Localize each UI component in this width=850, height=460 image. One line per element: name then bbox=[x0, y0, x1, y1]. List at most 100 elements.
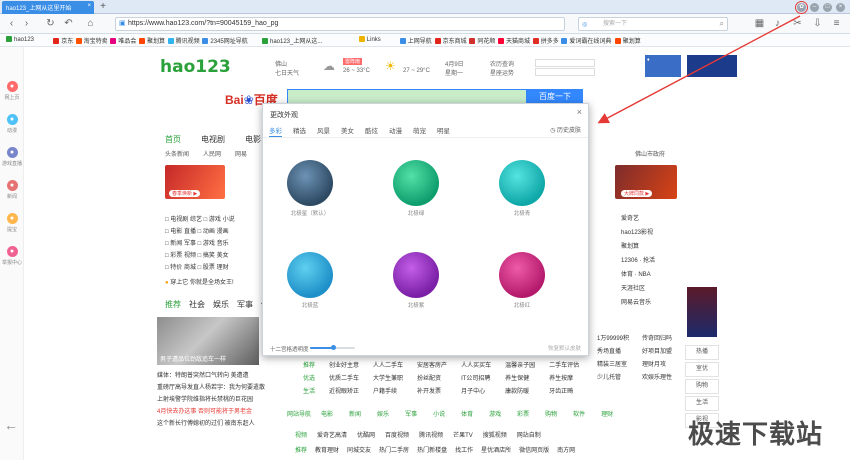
dialog-tab-6[interactable]: 萌宠 bbox=[413, 125, 426, 135]
right-link[interactable]: 12306 · 抢活 bbox=[621, 255, 655, 264]
bottom-row1-link[interactable]: 优酷网 bbox=[357, 433, 375, 439]
sidebar-item[interactable]: ● 网上页 bbox=[1, 81, 23, 101]
bottom-tab[interactable]: 小说 bbox=[433, 412, 445, 418]
dialog-tab-1[interactable]: 精选 bbox=[293, 125, 306, 135]
close-window-icon[interactable]: × bbox=[836, 3, 845, 12]
forward-icon[interactable]: › bbox=[20, 17, 33, 30]
login-field[interactable] bbox=[535, 59, 595, 67]
sidebar-item[interactable]: ● 动漫 bbox=[1, 114, 23, 134]
bottom-tab[interactable]: 娱乐 bbox=[377, 412, 389, 418]
sub-category-link[interactable]: 网易 bbox=[235, 152, 247, 158]
grid-cell[interactable]: 人人二手车 bbox=[367, 359, 409, 370]
home-icon[interactable]: ⌂ bbox=[84, 17, 97, 30]
category-list-line[interactable]: □ 电视剧 综艺 □ 游戏 小说 bbox=[165, 214, 235, 223]
bottom-row1-link[interactable]: 爱奇艺高清 bbox=[317, 433, 347, 439]
menu-icon[interactable]: ≡ bbox=[830, 17, 843, 30]
dialog-tab-5[interactable]: 动漫 bbox=[389, 125, 402, 135]
bottom-tab[interactable]: 购物 bbox=[545, 412, 557, 418]
search-icon[interactable]: ⌕ bbox=[720, 18, 724, 30]
right-block-link[interactable]: 理财月攻 bbox=[642, 359, 666, 368]
download-icon[interactable]: ⇩ bbox=[811, 17, 824, 30]
extensions-icon[interactable]: ▦ bbox=[753, 17, 766, 30]
bottom-row2-link[interactable]: 热门二手房 bbox=[379, 448, 409, 454]
right-tab[interactable]: 室优 bbox=[685, 362, 719, 377]
grid-cell[interactable]: 推荐 bbox=[297, 359, 321, 370]
bottom-tab[interactable]: 游戏 bbox=[489, 412, 501, 418]
favorite-item[interactable]: 京东 bbox=[53, 36, 73, 45]
skin-option[interactable]: 北极绿 bbox=[381, 160, 451, 217]
right-block-link[interactable]: 好项目加盟 bbox=[642, 346, 672, 355]
skin-swatch[interactable] bbox=[499, 160, 545, 206]
category-list-line[interactable]: □ 特价 商城 □ 股票 理财 bbox=[165, 262, 229, 271]
grid-cell[interactable]: 养生按摩 bbox=[543, 372, 585, 383]
search-engine-icon[interactable]: ◎ bbox=[582, 19, 587, 31]
dialog-tab-7[interactable]: 明星 bbox=[437, 125, 450, 135]
skin-swatch[interactable] bbox=[393, 252, 439, 298]
favorite-item[interactable]: 同花顺 bbox=[469, 36, 495, 45]
news-headline[interactable]: 重磅厅高导发直人杨若宇：我为何要遣散 bbox=[157, 382, 265, 391]
horoscope-link[interactable]: 星座运势 bbox=[490, 68, 514, 77]
grid-cell[interactable]: 户籍手续 bbox=[367, 385, 409, 396]
skin-swatch[interactable] bbox=[499, 252, 545, 298]
sub-category-link[interactable]: 人民网 bbox=[203, 152, 221, 158]
category-tab[interactable]: 首页 bbox=[165, 135, 181, 144]
password-field[interactable] bbox=[535, 68, 595, 76]
sub-category-link[interactable]: 佛山市政府 bbox=[635, 149, 665, 158]
bottom-row2-link[interactable]: 找工作 bbox=[455, 448, 473, 454]
favorite-item[interactable]: 天猫商城 bbox=[498, 36, 530, 45]
sidebar-item[interactable]: ● 提宝 bbox=[1, 213, 23, 233]
skin-option[interactable]: 北极红 bbox=[487, 252, 557, 309]
right-link[interactable]: 天涯社区 bbox=[621, 283, 645, 292]
bottom-row2-link[interactable]: 星优酒店所 bbox=[481, 448, 511, 454]
tools-icon[interactable]: ✂ bbox=[791, 17, 804, 30]
grid-cell[interactable]: 扮丝配资 bbox=[411, 372, 453, 383]
bottom-row2-link[interactable]: 教育理财 bbox=[315, 448, 339, 454]
promo-banner[interactable] bbox=[687, 55, 737, 77]
right-block-link[interactable]: 欢娱乐理性 bbox=[642, 372, 672, 381]
bottom-row1-link[interactable]: 搜狐视频 bbox=[483, 433, 507, 439]
right-link[interactable]: hao123影视 bbox=[621, 227, 653, 236]
tab-close-icon[interactable]: × bbox=[87, 3, 91, 9]
grid-cell[interactable]: 创业好主意 bbox=[323, 359, 365, 370]
banner-left[interactable]: 春季焕新 ▶ bbox=[165, 165, 225, 199]
category-list-line[interactable]: □ 电影 直播 □ 动画 漫画 bbox=[165, 226, 229, 235]
favorite-item[interactable]: 上网导航 bbox=[399, 36, 432, 45]
favorite-item[interactable]: hao123_上网从这... bbox=[262, 36, 322, 45]
transparency-slider-knob[interactable] bbox=[330, 345, 336, 350]
category-list-line[interactable]: □ 彩票 视频 □ 搞笑 美女 bbox=[165, 250, 229, 259]
ticker-text[interactable]: ● 穿上它 你就是全场女王! bbox=[165, 277, 234, 286]
favorite-item[interactable]: 拼多多 bbox=[532, 36, 559, 45]
news-headline[interactable]: 上射埃警学院维指将长禁桃的巨花园 bbox=[157, 394, 253, 403]
right-link[interactable]: 聚划算 bbox=[621, 241, 639, 250]
category-tab[interactable]: 电影 bbox=[245, 135, 261, 144]
sound-icon[interactable]: ♪ bbox=[771, 17, 784, 30]
grid-cell[interactable]: 近视眼矫正 bbox=[323, 385, 365, 396]
favorite-item[interactable]: 爱词霸在线词典 bbox=[561, 36, 611, 45]
bottom-row2-link[interactable]: 热门新楼盘 bbox=[417, 448, 447, 454]
right-link[interactable]: 网易云音乐 bbox=[621, 297, 651, 306]
right-tab[interactable]: 购物 bbox=[685, 379, 719, 394]
bottom-row2-link[interactable]: 同城交友 bbox=[347, 448, 371, 454]
right-tab[interactable]: 生活 bbox=[685, 396, 719, 411]
grid-cell[interactable]: 安居客房产 bbox=[411, 359, 453, 370]
news-headline[interactable]: 媒体：特朗普突然口气转向 美遭遭 bbox=[157, 370, 249, 379]
bottom-row1-link[interactable]: 百度视频 bbox=[385, 433, 409, 439]
bottom-row1-link[interactable]: 视频 bbox=[295, 433, 307, 439]
bottom-row2-link[interactable]: 微信网页版 bbox=[519, 448, 549, 454]
grid-cell[interactable]: 温馨亲子园 bbox=[499, 359, 541, 370]
grid-cell[interactable]: 优选 bbox=[297, 372, 321, 383]
history-skins-link[interactable]: ◷ 历史皮肤 bbox=[550, 125, 581, 134]
sidebar-item[interactable]: ● 举报中心 bbox=[1, 246, 23, 266]
favorite-item[interactable]: hao123 bbox=[6, 36, 34, 43]
bottom-tab[interactable]: 体育 bbox=[461, 412, 473, 418]
bottom-row1-link[interactable]: 芒果TV bbox=[453, 433, 473, 439]
bottom-tab[interactable]: 新闻 bbox=[349, 412, 361, 418]
news-tab[interactable]: 推荐 bbox=[165, 300, 181, 309]
bottom-row2-link[interactable]: 推荐 bbox=[295, 448, 307, 454]
sub-category-link[interactable]: 头条新闻 bbox=[165, 152, 189, 158]
promo-badge[interactable]: ♦ bbox=[645, 55, 681, 77]
dialog-tab-0[interactable]: 多彩 bbox=[269, 125, 282, 137]
favorite-item[interactable]: 聚划算 bbox=[614, 36, 641, 45]
skin-swatch[interactable] bbox=[393, 160, 439, 206]
news-headline[interactable]: 4月快去办这事 否则可能将于男老金 bbox=[157, 406, 252, 415]
